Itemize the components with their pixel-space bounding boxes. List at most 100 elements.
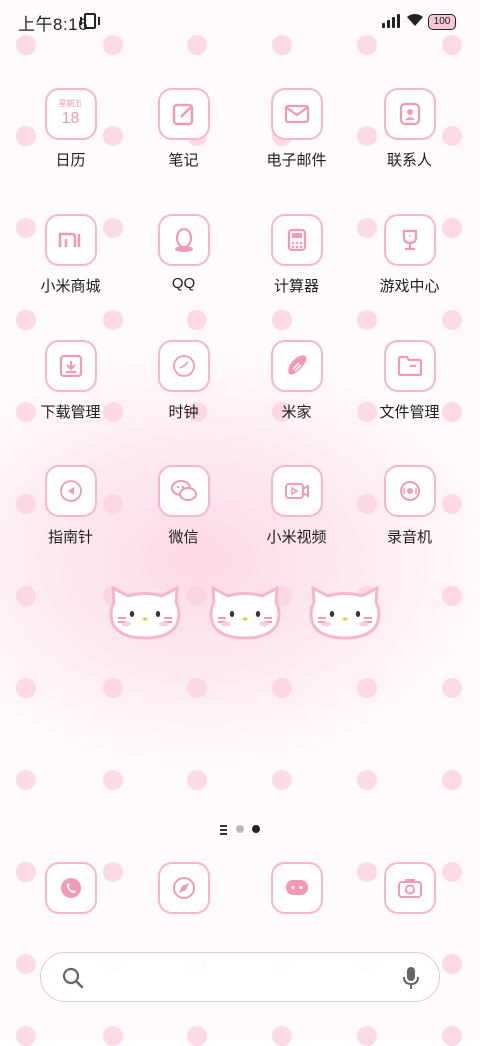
wallpaper-dot: [442, 586, 462, 606]
wallpaper-dot: [357, 770, 377, 790]
app-drawer-indicator-icon[interactable]: [220, 825, 227, 837]
status-time: 上午8:16: [18, 15, 89, 34]
microphone-icon[interactable]: [401, 965, 421, 991]
wallpaper-dot: [357, 310, 377, 330]
clock-icon: [157, 340, 210, 392]
search-bar[interactable]: [40, 952, 440, 1002]
page-dot-1[interactable]: [236, 825, 244, 833]
app-label: 录音机: [386, 529, 432, 546]
wallpaper-dot: [16, 586, 36, 606]
wallpaper-dot: [442, 678, 462, 698]
app-label: 电子邮件: [266, 152, 327, 169]
calendar-day: 18: [61, 110, 80, 127]
contacts-icon: [383, 88, 436, 140]
app-contacts[interactable]: 联系人: [353, 88, 466, 170]
calendar-icon: 星期五 18: [44, 88, 97, 140]
compass-icon: [44, 465, 97, 517]
wallpaper-dot: [357, 1026, 377, 1046]
recorder-icon: [383, 465, 436, 517]
app-wechat[interactable]: 微信: [127, 465, 240, 547]
app-email[interactable]: 电子邮件: [240, 88, 353, 170]
app-mijia[interactable]: 米家: [240, 340, 353, 422]
search-icon[interactable]: [61, 966, 85, 990]
wallpaper-dot: [16, 770, 36, 790]
wallpaper-dot: [103, 770, 123, 790]
app-label: QQ: [171, 275, 196, 292]
app-label: 时钟: [168, 404, 199, 421]
app-label: 游戏中心: [379, 278, 440, 295]
wallpaper-dot: [272, 770, 292, 790]
wallpaper-dot: [357, 678, 377, 698]
status-bar: 上午8:16 100: [0, 0, 480, 42]
dock-browser[interactable]: [127, 862, 240, 914]
wallpaper-dot: [187, 310, 207, 330]
wallpaper-dot: [272, 1026, 292, 1046]
wallpaper-dot: [16, 678, 36, 698]
camera-icon: [383, 862, 436, 914]
app-mi-video[interactable]: 小米视频: [240, 465, 353, 547]
app-label: 微信: [168, 529, 199, 546]
app-calendar[interactable]: 星期五 18 日历: [14, 88, 127, 170]
vibrate-icon: [80, 13, 100, 29]
app-label: 笔记: [168, 152, 199, 169]
wallpaper-dot: [187, 678, 207, 698]
page-indicator[interactable]: [0, 824, 480, 836]
wallpaper-dot: [103, 310, 123, 330]
wallpaper-dot: [16, 310, 36, 330]
kitty-face-icon: [209, 586, 281, 640]
wallpaper-dot: [442, 1026, 462, 1046]
wallpaper-dot: [442, 954, 462, 974]
wallpaper-dot: [187, 1026, 207, 1046]
mail-icon: [270, 88, 323, 140]
calendar-weekday: 星期五: [58, 99, 83, 108]
app-label: 日历: [55, 152, 86, 169]
wifi-icon: [407, 13, 423, 26]
app-qq[interactable]: QQ: [127, 214, 240, 292]
app-downloads[interactable]: 下载管理: [14, 340, 127, 422]
app-calculator[interactable]: 计算器: [240, 214, 353, 296]
wallpaper-dot: [103, 1026, 123, 1046]
trophy-icon: [383, 214, 436, 266]
kitty-face-icon: [109, 586, 181, 640]
mijia-icon: [270, 340, 323, 392]
app-label: 联系人: [386, 152, 432, 169]
wallpaper-dot: [187, 770, 207, 790]
signal-icon: [382, 12, 402, 28]
app-file-manager[interactable]: 文件管理: [353, 340, 466, 422]
app-notes[interactable]: 笔记: [127, 88, 240, 170]
page-dot-2-active[interactable]: [252, 825, 260, 833]
app-mi-store[interactable]: 小米商城: [14, 214, 127, 296]
wallpaper-dot: [442, 770, 462, 790]
app-compass[interactable]: 指南针: [14, 465, 127, 547]
browser-icon: [157, 862, 210, 914]
wallpaper-dot: [103, 678, 123, 698]
app-label: 米家: [281, 404, 312, 421]
dock-phone[interactable]: [14, 862, 127, 914]
calculator-icon: [270, 214, 323, 266]
app-clock[interactable]: 时钟: [127, 340, 240, 422]
app-label: 文件管理: [379, 404, 440, 421]
download-icon: [44, 340, 97, 392]
notes-icon: [157, 88, 210, 140]
wallpaper-dot: [272, 678, 292, 698]
wallpaper-dot: [16, 954, 36, 974]
battery-icon: 100: [428, 14, 456, 30]
app-recorder[interactable]: 录音机: [353, 465, 466, 547]
dock-messages[interactable]: [240, 862, 353, 914]
kitty-widget: [108, 586, 388, 642]
app-game-center[interactable]: 游戏中心: [353, 214, 466, 296]
video-icon: [270, 465, 323, 517]
phone-icon: [44, 862, 97, 914]
search-input[interactable]: [103, 963, 387, 993]
qq-icon: [157, 214, 210, 266]
kitty-face-icon: [309, 586, 381, 640]
app-label: 指南针: [47, 529, 93, 546]
app-label: 下载管理: [40, 404, 101, 421]
app-label: 小米商城: [40, 278, 101, 295]
messages-icon: [270, 862, 323, 914]
wechat-icon: [157, 465, 210, 517]
folder-icon: [383, 340, 436, 392]
dock-camera[interactable]: [353, 862, 466, 914]
wallpaper-dot: [272, 310, 292, 330]
mi-store-icon: [44, 214, 97, 266]
